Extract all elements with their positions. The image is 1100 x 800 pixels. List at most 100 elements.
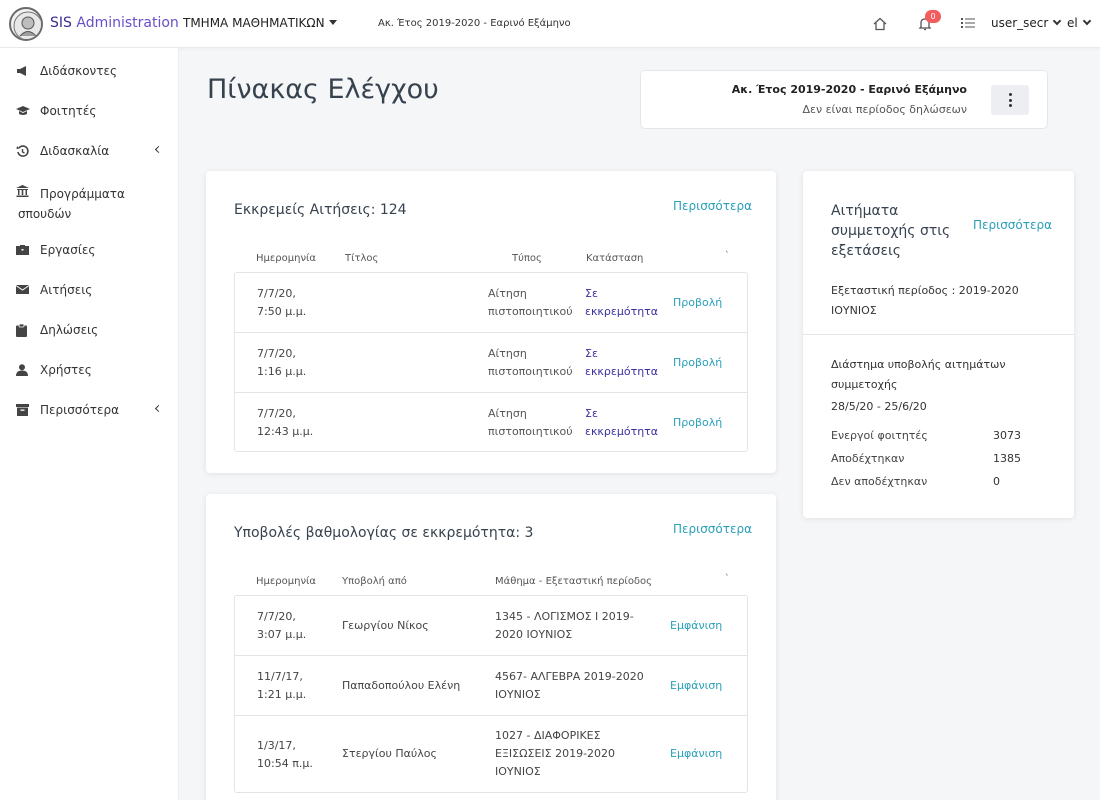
sidebar-item-requests[interactable]: Αιτήσεις: [0, 269, 179, 309]
sidebar-item-label: Φοιτητές: [40, 104, 97, 118]
department-dropdown[interactable]: ΤΜΗΜΑ ΜΑΘΗΜΑΤΙΚΩΝ: [183, 16, 337, 30]
language-selector[interactable]: el: [1067, 16, 1091, 30]
sidebar-item-assignments[interactable]: Εργασίες: [0, 229, 179, 269]
sidebar-item-label: Διδάσκοντες: [40, 64, 117, 78]
pending-requests-title: Εκκρεμείς Αιτήσεις: 124: [234, 202, 407, 218]
exam-requests-title: Αιτήματα συμμετοχής στις εξετάσεις: [831, 203, 951, 259]
row-type-line1: Αίτηση: [488, 347, 527, 360]
table-row: 7/7/20, 7:50 μ.μ. Αίτηση πιστοποιητικού Σε…: [235, 273, 747, 333]
app-brand[interactable]: SIS Administration: [50, 15, 179, 31]
row-date-day: 1/3/17,: [257, 739, 296, 752]
sidebar-item-teaching[interactable]: Διδασκαλία: [0, 130, 179, 170]
row-type-line1: Αίτηση: [488, 287, 527, 300]
col-header-extra: `: [725, 251, 730, 261]
stat-label: Αποδέχτηκαν: [831, 452, 905, 465]
col-header-submitted-by: Υποβολή από: [342, 576, 407, 587]
list-icon[interactable]: [961, 17, 975, 29]
row-date-time: 7:50 μ.μ.: [257, 305, 307, 318]
pending-grades-more-link[interactable]: Περισσότερα: [673, 522, 752, 536]
vertical-dots-icon: [1009, 93, 1012, 96]
row-date-day: 7/7/20,: [257, 287, 296, 300]
pending-requests-card: Εκκρεμείς Αιτήσεις: 124 Περισσότερα Ημερ…: [206, 171, 776, 473]
user-menu[interactable]: user_secr: [991, 16, 1062, 30]
submission-period-label: Διάστημα υποβολής αιτημάτων συμμετοχής: [831, 358, 1006, 391]
row-date-day: 7/7/20,: [257, 407, 296, 420]
row-status-line2: εκκρεμότητα: [585, 425, 659, 438]
view-button[interactable]: Προβολή: [673, 414, 722, 432]
row-date: 7/7/20, 3:07 μ.μ.: [257, 608, 306, 644]
table-row: 7/7/20, 12:43 μ.μ. Αίτηση πιστοποιητικού Σ…: [235, 393, 747, 451]
brand-administration: Administration: [71, 15, 179, 31]
col-header-title: Τίτλος: [345, 253, 379, 264]
sidebar-item-users[interactable]: Χρήστες: [0, 349, 179, 389]
sidebar-item-more[interactable]: Περισσότερα: [0, 389, 179, 429]
show-button[interactable]: Εμφάνιση: [670, 745, 722, 763]
stat-accepted: Αποδέχτηκαν 1385: [831, 452, 1051, 472]
sidebar-item-students[interactable]: Φοιτητές: [0, 90, 179, 130]
view-button[interactable]: Προβολή: [673, 294, 722, 312]
period-card-subtitle: Δεν είναι περίοδος δηλώσεων: [802, 103, 967, 116]
top-navbar: SIS Administration ΤΜΗΜΑ ΜΑΘΗΜΑΤΙΚΩΝ Ακ.…: [0, 0, 1100, 48]
university-logo[interactable]: [9, 7, 43, 41]
row-status-line1: Σε: [585, 287, 598, 300]
sidebar-item-label: Αιτήσεις: [40, 283, 93, 297]
row-date: 7/7/20, 1:16 μ.μ.: [257, 345, 306, 381]
table-row: 7/7/20, 1:16 μ.μ. Αίτηση πιστοποιητικού Σε…: [235, 333, 747, 393]
stat-label: Ενεργοί φοιτητές: [831, 429, 928, 442]
col-header-type: Τύπος: [512, 253, 542, 264]
row-date-day: 7/7/20,: [257, 610, 296, 623]
pending-requests-table: 7/7/20, 7:50 μ.μ. Αίτηση πιστοποιητικού Σε…: [234, 272, 748, 452]
row-status: Σε εκκρεμότητα: [585, 345, 658, 381]
row-date-day: 7/7/20,: [257, 347, 296, 360]
row-date: 1/3/17, 10:54 π.μ.: [257, 737, 313, 773]
vertical-dots-icon: [1009, 104, 1012, 107]
row-type: Αίτηση πιστοποιητικού: [488, 405, 573, 441]
row-type: Αίτηση πιστοποιητικού: [488, 285, 573, 321]
pending-requests-more-link[interactable]: Περισσότερα: [673, 199, 752, 213]
brand-sis: SIS: [50, 15, 72, 31]
department-label: ΤΜΗΜΑ ΜΑΘΗΜΑΤΙΚΩΝ: [183, 16, 325, 30]
row-date: 7/7/20, 7:50 μ.μ.: [257, 285, 306, 321]
stat-value: 1385: [993, 452, 1021, 465]
row-date-time: 10:54 π.μ.: [257, 757, 313, 770]
briefcase-icon: [16, 244, 29, 256]
current-period: Ακ. Έτος 2019-2020 - Εαρινό Εξάμηνο: [378, 18, 571, 29]
home-icon[interactable]: [870, 14, 890, 34]
sidebar-item-label: Προγράμματα σπουδών: [18, 187, 125, 221]
sidebar-item-programs[interactable]: Προγράμματα σπουδών: [0, 170, 179, 222]
chevron-down-icon: [1053, 16, 1062, 26]
row-course: 1027 - ΔΙΑΦΟΡΙΚΕΣ ΕΞΙΣΩΣΕΙΣ 2019-2020 ΙΟ…: [495, 729, 616, 778]
history-icon: [16, 145, 29, 157]
pending-grades-title: Υποβολές βαθμολογίας σε εκκρεμότητα: 3: [234, 525, 534, 541]
view-button[interactable]: Προβολή: [673, 354, 722, 372]
pending-grades-table: 7/7/20, 3:07 μ.μ. Γεωργίου Νίκος 1345 - Λ…: [234, 595, 748, 793]
row-submitted-by: Στεργίου Παύλος: [342, 747, 437, 760]
row-date-time: 1:16 μ.μ.: [257, 365, 307, 378]
row-date-time: 3:07 μ.μ.: [257, 628, 307, 641]
exam-requests-more-link[interactable]: Περισσότερα: [973, 218, 1052, 232]
row-date: 7/7/20, 12:43 μ.μ.: [257, 405, 313, 441]
user-icon: [16, 364, 29, 376]
row-status-line2: εκκρεμότητα: [585, 365, 659, 378]
envelope-icon: [15, 284, 30, 296]
row-status: Σε εκκρεμότητα: [585, 405, 658, 441]
username: user_secr: [991, 16, 1049, 30]
stat-active-students: Ενεργοί φοιτητές 3073: [831, 429, 1051, 449]
caret-down-icon: [328, 20, 337, 25]
notification-badge: 0: [925, 10, 941, 23]
pending-grades-card: Υποβολές βαθμολογίας σε εκκρεμότητα: 3 Π…: [206, 494, 776, 800]
sidebar-item-instructors[interactable]: Διδάσκοντες: [0, 50, 179, 90]
vertical-dots-icon: [1009, 98, 1012, 102]
table-row: 7/7/20, 3:07 μ.μ. Γεωργίου Νίκος 1345 - Λ…: [235, 596, 747, 656]
show-button[interactable]: Εμφάνιση: [670, 617, 722, 635]
table-row: 11/7/17, 1:21 μ.μ. Παπαδοπούλου Ελένη 456…: [235, 656, 747, 716]
language-code: el: [1067, 16, 1078, 30]
chevron-down-icon: [1082, 16, 1091, 26]
sidebar-item-declarations[interactable]: Δηλώσεις: [0, 309, 179, 349]
col-header-date: Ημερομηνία: [256, 253, 317, 264]
chevron-left-icon: [154, 145, 163, 154]
more-options-button[interactable]: [991, 85, 1029, 115]
graduation-cap-icon: [16, 105, 30, 117]
show-button[interactable]: Εμφάνιση: [670, 677, 722, 695]
row-status: Σε εκκρεμότητα: [585, 285, 658, 321]
